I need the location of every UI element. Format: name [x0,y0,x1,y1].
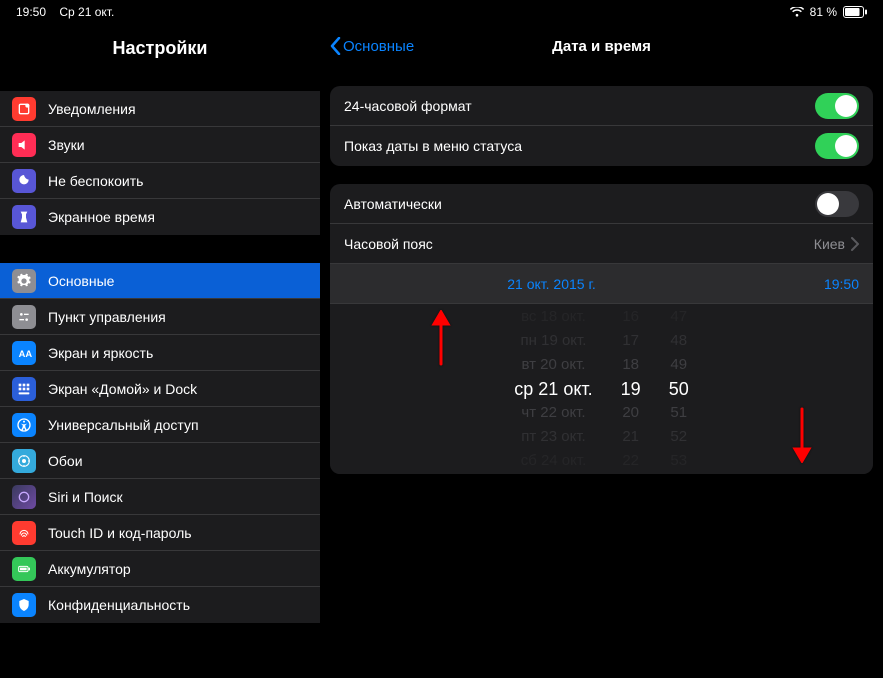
control-center-icon [12,305,36,329]
row-auto: Автоматически [330,184,873,224]
sidebar-item-touchid[interactable]: Touch ID и код-пароль [0,515,320,551]
battery-menu-icon [12,557,36,581]
picker-col-hour[interactable]: 16 17 18 19 20 21 22 [607,304,655,474]
status-time: 19:50 [16,5,46,19]
timezone-value: Киев [814,236,845,252]
annotation-arrow-down [791,407,813,468]
toggle-24h[interactable] [815,93,859,119]
sidebar-title: Настройки [0,24,320,77]
toggle-auto[interactable] [815,191,859,217]
wifi-icon [790,7,804,17]
sidebar-item-siri[interactable]: Siri и Поиск [0,479,320,515]
notifications-icon [12,97,36,121]
privacy-icon [12,593,36,617]
status-date: Ср 21 окт. [59,5,114,19]
chevron-left-icon [330,37,341,55]
sidebar-label: Универсальный доступ [48,417,199,433]
siri-icon [12,485,36,509]
sidebar-label: Звуки [48,137,85,153]
sidebar-label: Пункт управления [48,309,166,325]
sidebar-item-notifications[interactable]: Уведомления [0,91,320,127]
sidebar-item-home-dock[interactable]: Экран «Домой» и Dock [0,371,320,407]
row-selected-datetime[interactable]: 21 окт. 2015 г. 19:50 [330,264,873,304]
sidebar: Настройки Уведомления Звуки Не беспокоит… [0,24,320,656]
annotation-arrow-up [430,310,452,371]
selected-time: 19:50 [759,276,859,292]
battery-icon [843,6,867,18]
sidebar-label: Основные [48,273,114,289]
sidebar-item-sounds[interactable]: Звуки [0,127,320,163]
accessibility-icon [12,413,36,437]
sidebar-label: Touch ID и код-пароль [48,525,192,541]
sidebar-item-screentime[interactable]: Экранное время [0,199,320,235]
sidebar-label: Уведомления [48,101,136,117]
sidebar-label: Экран «Домой» и Dock [48,381,197,397]
back-button[interactable]: Основные [330,37,414,55]
sidebar-item-wallpaper[interactable]: Обои [0,443,320,479]
sidebar-item-accessibility[interactable]: Универсальный доступ [0,407,320,443]
sidebar-label: Siri и Поиск [48,489,123,505]
general-icon [12,269,36,293]
sidebar-label: Не беспокоить [48,173,143,189]
home-dock-icon [12,377,36,401]
sidebar-label: Экран и яркость [48,345,153,361]
detail-title: Дата и время [552,38,651,55]
sidebar-item-privacy[interactable]: Конфиденциальность [0,587,320,623]
display-icon: AA [12,341,36,365]
screentime-icon [12,205,36,229]
sidebar-item-general[interactable]: Основные [0,263,320,299]
sidebar-item-battery[interactable]: Аккумулятор [0,551,320,587]
sidebar-label: Экранное время [48,209,155,225]
sidebar-item-control-center[interactable]: Пункт управления [0,299,320,335]
sidebar-item-dnd[interactable]: Не беспокоить [0,163,320,199]
row-show-date: Показ даты в меню статуса [330,126,873,166]
toggle-show-date[interactable] [815,133,859,159]
svg-text:AA: AA [19,349,32,359]
sidebar-item-display[interactable]: AA Экран и яркость [0,335,320,371]
detail-pane: Основные Дата и время 24-часовой формат … [320,24,883,656]
selected-date: 21 окт. 2015 г. [344,276,759,292]
chevron-right-icon [851,237,859,251]
battery-percent: 81 % [810,5,837,19]
sidebar-label: Обои [48,453,83,469]
picker-col-date[interactable]: вс 18 окт. пн 19 окт. вт 20 окт. ср 21 о… [500,304,606,474]
row-24h-format: 24-часовой формат [330,86,873,126]
sidebar-label: Конфиденциальность [48,597,190,613]
touchid-icon [12,521,36,545]
row-timezone[interactable]: Часовой пояс Киев [330,224,873,264]
status-bar: 19:50 Ср 21 окт. 81 % [0,0,883,24]
dnd-icon [12,169,36,193]
sounds-icon [12,133,36,157]
wallpaper-icon [12,449,36,473]
sidebar-label: Аккумулятор [48,561,131,577]
picker-col-minute[interactable]: 47 48 49 50 51 52 53 [655,304,703,474]
datetime-picker[interactable]: вс 18 окт. пн 19 окт. вт 20 окт. ср 21 о… [330,304,873,474]
